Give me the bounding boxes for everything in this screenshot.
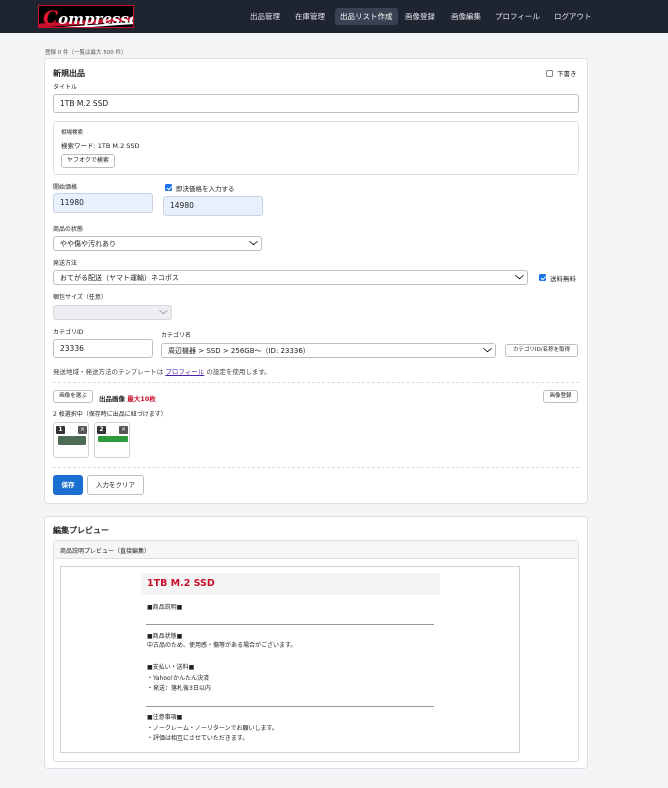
category-name-value: 周辺機器 > SSD > 256GB〜（ID: 23336）: [168, 347, 310, 355]
category-name-select[interactable]: 周辺機器 > SSD > 256GB〜（ID: 23336）: [161, 343, 496, 358]
condition-text: 中古品のため、使用感・傷等がある場合がございます。: [147, 642, 297, 649]
buyout-checkbox[interactable]: [165, 184, 172, 191]
select-image-button[interactable]: 画像を選ぶ: [53, 390, 93, 403]
keyword-value: 1TB M.2 SSD: [97, 142, 140, 150]
condition-label: 商品の状態: [53, 226, 84, 233]
image-register-button[interactable]: 画像登録: [543, 390, 578, 403]
draft-label: 下書き: [557, 70, 577, 78]
logo-text: Compressor: [43, 7, 133, 28]
nav-inventory-management[interactable]: 在庫管理: [290, 8, 330, 25]
separator: [146, 706, 434, 707]
image-thumb-2[interactable]: 2 ×: [94, 422, 130, 458]
nav-logout[interactable]: ログアウト: [549, 8, 597, 25]
profile-link[interactable]: プロフィール: [165, 368, 204, 376]
image-label: 出品画像: [99, 395, 125, 403]
title-label: タイトル: [53, 84, 78, 91]
buyout-price-input[interactable]: 14980: [163, 196, 263, 216]
remove-image-icon[interactable]: ×: [78, 426, 87, 434]
condition-heading: ■商品状態■: [147, 633, 183, 640]
payment-line1: ・Yahoo!かんたん決済: [147, 675, 210, 682]
compressor-logo[interactable]: Compressor: [38, 5, 134, 28]
chevron-down-icon: [515, 271, 524, 280]
image-max-badge: 最大10枚: [127, 395, 156, 403]
title-input[interactable]: 1TB M.2 SSD: [53, 94, 579, 113]
category-id-label: カテゴリID: [53, 329, 84, 336]
draft-checkbox[interactable]: [546, 70, 553, 77]
registered-count: 登録 0 件（一覧は最大 500 件）: [45, 50, 127, 56]
ssd-image: [58, 436, 86, 445]
yahoo-auction-search-button[interactable]: ヤフオクで検索: [61, 154, 115, 168]
notes-line2: ・評価は相互にさせていただきます。: [147, 735, 249, 742]
free-shipping-label: 送料無料: [550, 275, 576, 283]
fetch-category-button[interactable]: カテゴリID/名称を取得: [505, 344, 578, 357]
package-size-label: 梱包サイズ（任意）: [53, 294, 107, 301]
category-name-label: カテゴリ名: [161, 332, 192, 339]
image-thumb-1[interactable]: 1 ×: [53, 422, 89, 458]
save-button[interactable]: 保存: [53, 475, 83, 495]
shipping-label: 発送方法: [53, 260, 78, 267]
keyword-label: 検索ワード:: [61, 142, 98, 150]
top-navbar: Compressor 出品管理 在庫管理 出品リスト作成 画像登録 画像編集 プ…: [0, 0, 668, 33]
nav-image-register[interactable]: 画像登録: [400, 8, 440, 25]
chevron-down-icon: [483, 344, 492, 353]
remove-image-icon[interactable]: ×: [119, 426, 128, 434]
free-shipping-checkbox[interactable]: [539, 274, 546, 281]
package-size-select[interactable]: [53, 305, 172, 320]
condition-select[interactable]: やや傷や汚れあり: [53, 236, 262, 251]
start-price-input[interactable]: 11980: [53, 193, 153, 213]
nav-listing-management[interactable]: 出品管理: [245, 8, 285, 25]
market-search-heading: 相場検索: [61, 130, 84, 136]
nav-image-edit[interactable]: 画像編集: [446, 8, 486, 25]
new-listing-heading: 新規出品: [53, 69, 85, 78]
chevron-down-icon: [249, 237, 258, 246]
clear-input-button[interactable]: 入力をクリア: [87, 475, 144, 495]
chevron-down-icon: [159, 306, 168, 315]
nav-create-listing[interactable]: 出品リスト作成: [335, 8, 398, 25]
template-note: 発送地域・発送方法のテンプレートは プロフィール の設定を使用します。: [53, 366, 271, 376]
listing-image-label: 出品画像 最大10枚: [99, 393, 156, 403]
divider: [53, 467, 579, 468]
start-price-label: 開始価格: [53, 184, 78, 191]
selected-count: 2 枚選択中（保存時に出品に紐づけます）: [53, 411, 167, 418]
shipping-value: おてがる配送（ヤマト運輸）ネコポス: [60, 274, 179, 282]
edit-preview-heading: 編集プレビュー: [53, 526, 109, 535]
payment-line2: ・発送：落札後3日以内: [147, 685, 211, 692]
product-title: 1TB M.2 SSD: [147, 578, 215, 589]
separator: [146, 624, 434, 625]
thumb-index: 1: [56, 426, 65, 434]
description-preview-subheading: 商品説明プレビュー（直接編集）: [60, 548, 151, 555]
market-keyword: 検索ワード: 1TB M.2 SSD: [61, 140, 140, 150]
notes-heading: ■注意事項■: [147, 714, 183, 721]
notes-line1: ・ノークレーム・ノーリターンでお願いします。: [147, 725, 278, 732]
template-note-suffix: の設定を使用します。: [204, 368, 271, 376]
ssd-image: [98, 436, 128, 442]
nav-profile[interactable]: プロフィール: [490, 8, 545, 25]
shipping-method-select[interactable]: おてがる配送（ヤマト運輸）ネコポス: [53, 270, 528, 285]
category-id-input[interactable]: 23336: [53, 339, 153, 358]
desc-heading: ■商品説明■: [147, 604, 183, 611]
divider: [53, 382, 579, 383]
thumb-index: 2: [97, 426, 106, 434]
buyout-checkbox-label: 即決価格を入力する: [176, 185, 235, 193]
payment-heading: ■支払い・送料■: [147, 664, 195, 671]
condition-value: やや傷や汚れあり: [60, 240, 116, 248]
template-note-prefix: 発送地域・発送方法のテンプレートは: [53, 368, 166, 376]
